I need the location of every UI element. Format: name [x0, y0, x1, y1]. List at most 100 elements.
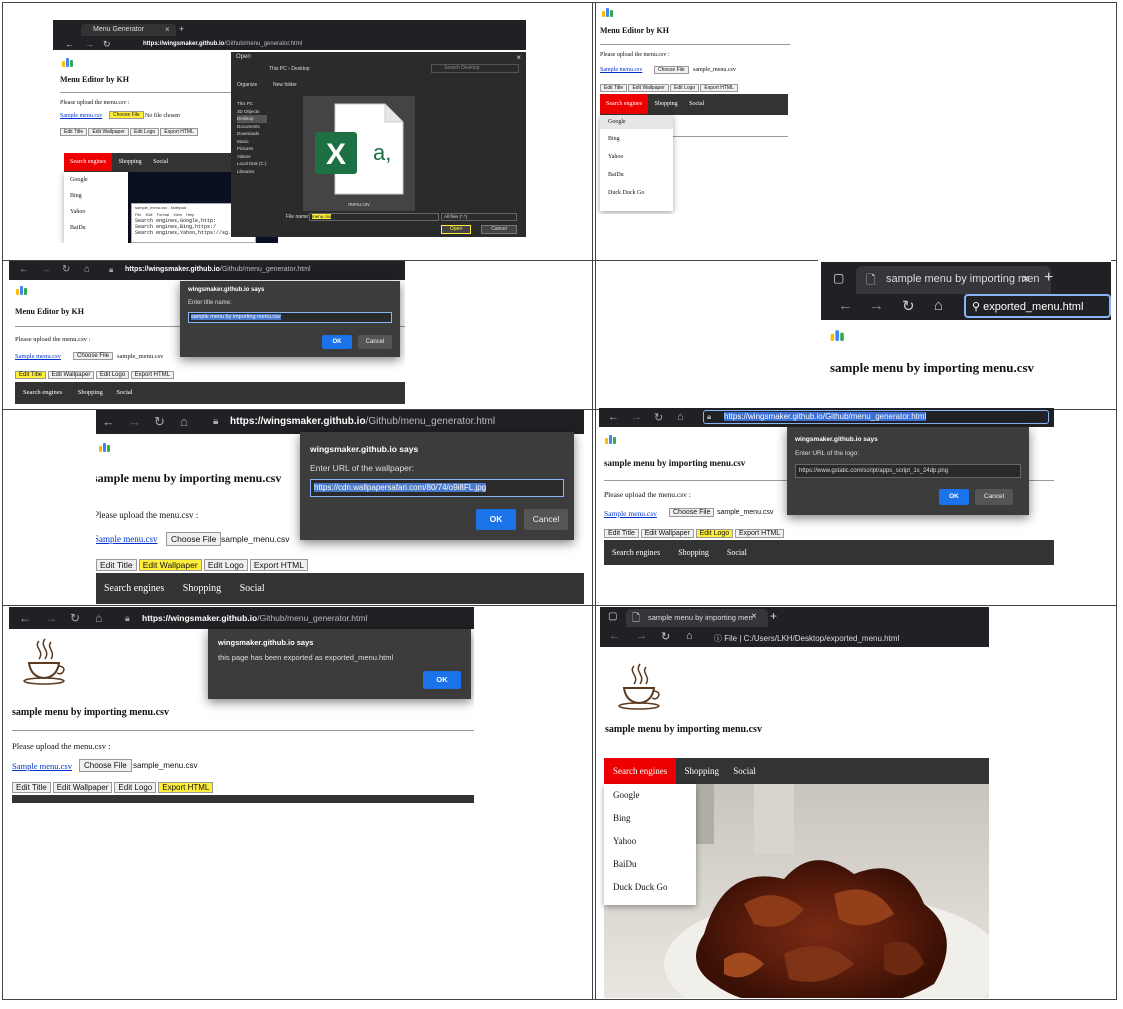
back-arrow-icon[interactable]: ← [609, 630, 620, 642]
edit-wallpaper-button[interactable]: Edit Wallpaper [138, 559, 202, 571]
nav-social[interactable]: Social [110, 382, 138, 403]
address-bar[interactable]: https://wingsmaker.github.io/Github/menu… [143, 41, 302, 47]
dropdown-item[interactable]: Bing [600, 129, 673, 142]
cancel-button[interactable]: Cancel [975, 489, 1013, 505]
sample-csv-link[interactable]: Sample menu.csv [12, 761, 72, 771]
tree-item[interactable]: Downloads [237, 130, 267, 138]
logo-url-input[interactable]: https://www.gstatic.com/script/apps_scri… [795, 464, 1021, 478]
edit-logo-button[interactable]: Edit Logo [695, 529, 734, 538]
file-tile[interactable]: X a, menu.csv [303, 96, 415, 211]
sample-csv-link[interactable]: Sample menu.csv [96, 534, 158, 544]
back-arrow-icon[interactable]: ← [65, 39, 74, 49]
back-arrow-icon[interactable]: ← [19, 264, 29, 275]
choose-file-button[interactable]: Choose File [669, 508, 715, 517]
dropdown-item[interactable]: BaiDu [604, 846, 696, 869]
cancel-button[interactable]: Cancel [481, 225, 517, 234]
choose-file-button[interactable]: Choose File [109, 111, 144, 119]
ok-button[interactable]: OK [939, 489, 969, 505]
dropdown-item[interactable]: BaiDu [70, 225, 128, 231]
sample-csv-link[interactable]: Sample menu.csv [15, 353, 61, 360]
export-html-button[interactable]: Export HTML [249, 559, 308, 571]
nav-social[interactable]: Social [727, 758, 762, 784]
address-bar[interactable]: https://wingsmaker.github.io/Github/menu… [230, 416, 495, 427]
organize-button[interactable]: Organize [237, 82, 257, 88]
dropdown-item[interactable]: Yahoo [604, 823, 696, 846]
edit-wallpaper-button[interactable]: Edit Wallpaper [52, 782, 113, 793]
refresh-icon[interactable]: ↻ [62, 264, 70, 275]
nav-search-engines[interactable]: Search engines [96, 573, 172, 604]
refresh-icon[interactable]: ↻ [902, 297, 915, 315]
back-arrow-icon[interactable]: ← [102, 414, 115, 429]
wallpaper-url-input[interactable]: https://cdn.wallpapersafari.com/80/74/o9… [310, 479, 564, 497]
nav-search-engines[interactable]: Search engines [15, 382, 70, 403]
close-icon[interactable]: × [751, 611, 757, 622]
refresh-icon[interactable]: ↻ [654, 411, 663, 424]
choose-file-button[interactable]: Choose File [654, 66, 689, 74]
tree-item[interactable]: 3D Objects [237, 108, 267, 116]
dropdown-item[interactable]: Google [70, 177, 128, 183]
address-bar[interactable]: ⚲ exported_menu.html [964, 294, 1111, 318]
edit-logo-button[interactable]: Edit Logo [95, 371, 130, 379]
edit-title-button[interactable]: Edit Title [96, 559, 137, 571]
edit-logo-button[interactable]: Edit Logo [114, 782, 157, 793]
ok-button[interactable]: OK [322, 335, 352, 349]
edit-title-button[interactable]: Edit Title [15, 371, 47, 379]
cancel-button[interactable]: Cancel [358, 335, 392, 349]
forward-arrow-icon[interactable]: → [85, 39, 94, 49]
export-html-button[interactable]: Export HTML [130, 371, 175, 379]
edit-title-button[interactable]: Edit Title [12, 782, 51, 793]
address-bar[interactable]: https://wingsmaker.github.io/Github/menu… [125, 266, 311, 273]
edit-wallpaper-button[interactable]: Edit Wallpaper [640, 529, 694, 538]
forward-arrow-icon[interactable]: → [636, 630, 647, 642]
home-icon[interactable]: ⌂ [84, 264, 90, 275]
file-name-input[interactable]: menu.csv [309, 213, 439, 221]
plus-icon[interactable]: + [770, 609, 777, 623]
tree-item[interactable]: This PC [237, 100, 267, 108]
dropdown-item[interactable]: Yahoo [600, 142, 673, 160]
file-type-select[interactable]: All files (*.*) [441, 213, 517, 221]
export-html-button[interactable]: Export HTML [158, 782, 214, 793]
back-arrow-icon[interactable]: ← [838, 297, 853, 314]
close-icon[interactable]: × [165, 25, 170, 34]
choose-file-button[interactable]: Choose File [166, 532, 222, 546]
nav-social[interactable]: Social [684, 94, 709, 114]
home-icon[interactable]: ⌂ [686, 630, 693, 642]
choose-file-button[interactable]: Choose File [79, 759, 132, 772]
tree-item[interactable]: Local Disk (C:) [237, 160, 267, 168]
forward-arrow-icon[interactable]: → [631, 411, 642, 423]
nav-shopping[interactable]: Shopping [670, 540, 717, 565]
close-icon[interactable]: × [516, 53, 521, 62]
nav-shopping[interactable]: Shopping [650, 94, 683, 114]
refresh-icon[interactable]: ↻ [154, 414, 165, 430]
dropdown-item[interactable]: Yahoo [70, 209, 128, 215]
dropdown-item[interactable]: Bing [70, 193, 128, 199]
edit-title-button[interactable]: Edit Title [600, 84, 628, 92]
nav-search-engines[interactable]: Search engines [604, 758, 677, 784]
search-desktop-input[interactable]: Search Desktop [431, 64, 519, 73]
home-icon[interactable]: ⌂ [95, 611, 102, 625]
edit-title-button[interactable]: Edit Title [604, 529, 639, 538]
cancel-button[interactable]: Cancel [524, 509, 568, 530]
sample-csv-link[interactable]: Sample menu.csv [60, 113, 102, 119]
tree-item[interactable]: Libraries [237, 168, 267, 176]
forward-arrow-icon[interactable]: → [41, 264, 51, 275]
nav-shopping[interactable]: Shopping [72, 382, 109, 403]
close-icon[interactable]: × [1022, 271, 1030, 286]
refresh-icon[interactable]: ↻ [661, 630, 670, 643]
choose-file-button[interactable]: Choose File [73, 352, 114, 360]
tree-item[interactable]: Music [237, 138, 267, 146]
refresh-icon[interactable]: ↻ [70, 611, 80, 625]
nav-shopping[interactable]: Shopping [678, 758, 725, 784]
dropdown-item[interactable]: Bing [604, 800, 696, 823]
export-html-button[interactable]: Export HTML [734, 529, 785, 538]
dropdown-item[interactable]: Duck Duck Go [604, 869, 696, 892]
sample-csv-link[interactable]: Sample menu.csv [604, 509, 657, 518]
nav-search-engines[interactable]: Search engines [64, 153, 113, 171]
plus-icon[interactable]: + [1044, 269, 1053, 287]
address-bar[interactable]: ⓘ File | C:/Users/LKH/Desktop/exported_m… [714, 633, 899, 644]
edit-logo-button[interactable]: Edit Logo [670, 84, 700, 92]
new-folder-button[interactable]: New folder [273, 82, 297, 88]
nav-search-engines[interactable]: Search engines [600, 94, 649, 114]
export-html-button[interactable]: Export HTML [700, 84, 738, 92]
dropdown-item[interactable]: Google [604, 784, 696, 800]
